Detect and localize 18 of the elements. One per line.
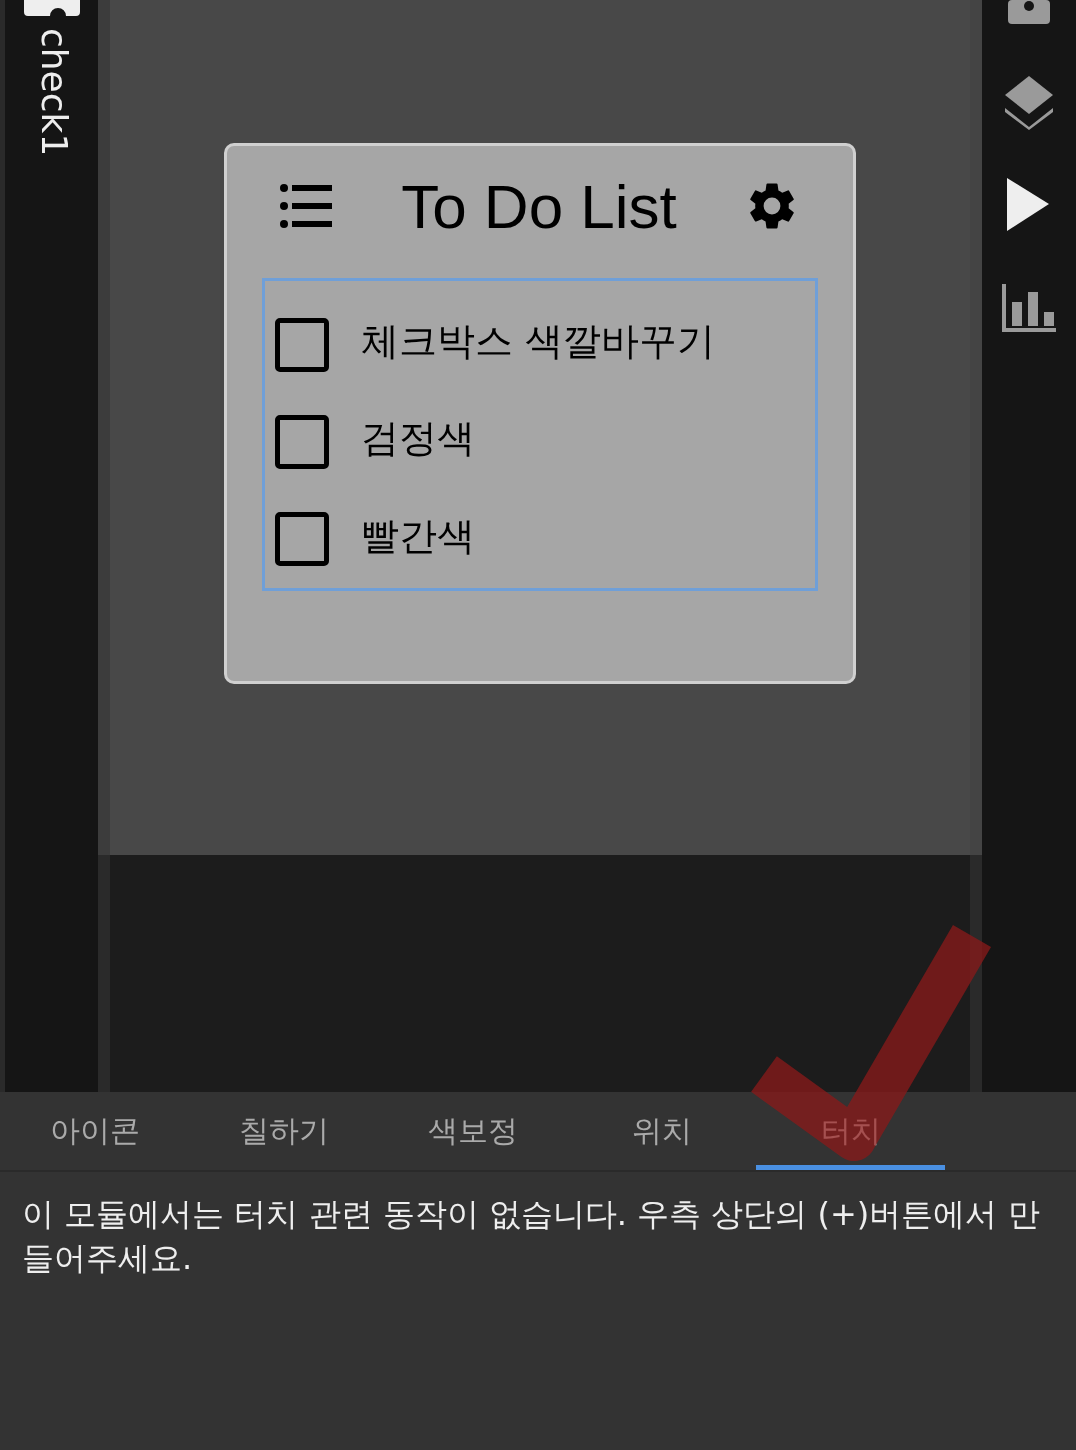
chart-icon[interactable] [1002,284,1056,332]
checkbox[interactable] [275,317,329,372]
todo-item-label: 빨간색 [361,512,475,560]
tab[interactable]: 위치 [567,1092,756,1170]
checkbox[interactable] [275,512,329,567]
layers-icon[interactable] [1003,76,1055,130]
camera-icon[interactable] [1008,0,1050,24]
list-icon[interactable] [280,184,334,228]
tab[interactable]: 색보정 [378,1092,567,1170]
checkbox[interactable] [275,415,329,469]
tab[interactable]: 아이콘 [0,1092,189,1170]
todo-item-label: 체크박스 색깔바꾸기 [361,318,716,366]
info-message: 이 모듈에서는 터치 관련 동작이 없습니다. 우측 상단의 (+)버튼에서 만들어주세요. [21,1194,1041,1279]
tab[interactable]: 칠하기 [189,1092,378,1170]
module-name: check1 [34,28,75,157]
todo-item-label: 검정색 [361,415,475,463]
widget-title: To Do List [401,170,677,242]
play-icon[interactable] [1007,178,1051,232]
